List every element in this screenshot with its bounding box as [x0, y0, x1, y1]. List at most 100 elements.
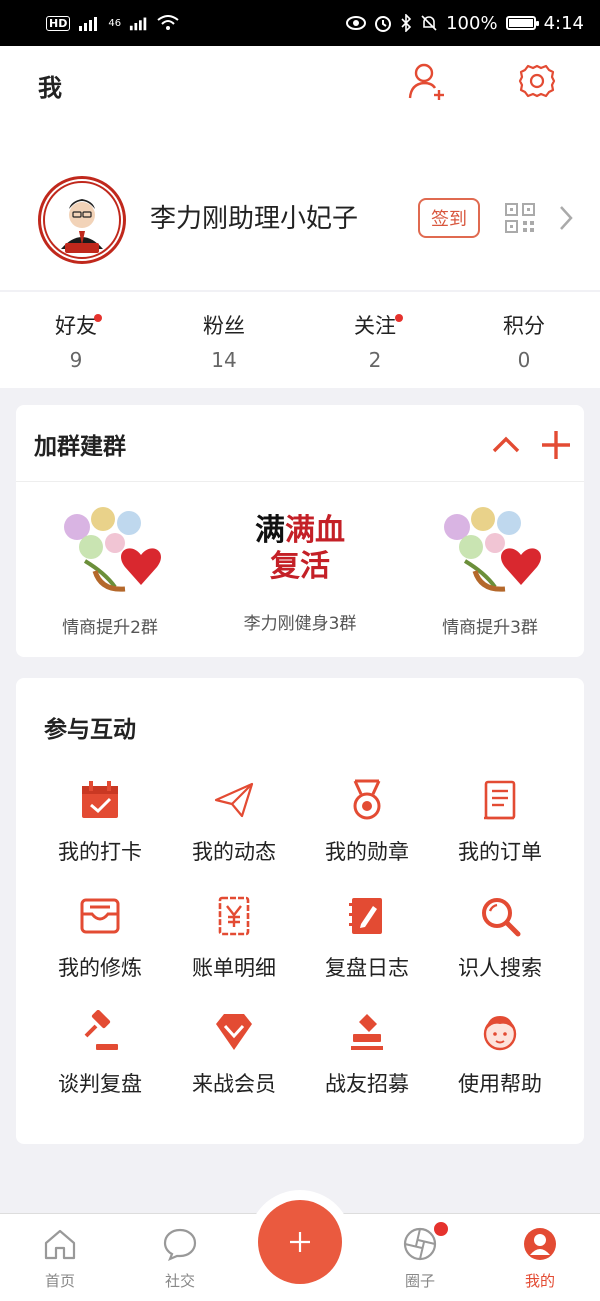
stat-value: 9	[69, 348, 83, 372]
flower-heart-image	[64, 507, 161, 592]
notification-dot	[94, 314, 102, 322]
alarm-icon	[375, 16, 392, 32]
status-bar: HD 46 100% 4:14	[0, 0, 600, 46]
grid-item-negotiation[interactable]: 谈判复盘	[33, 1010, 167, 1098]
chevron-up-icon[interactable]	[488, 427, 524, 463]
notebook-pen-icon	[349, 898, 382, 934]
grid-label: 复盘日志	[325, 956, 409, 980]
stat-label: 好友	[55, 314, 97, 338]
grid-item-bills[interactable]: 账单明细	[167, 894, 301, 982]
nav-mine[interactable]: 我的	[500, 1226, 580, 1291]
nav-label: 首页	[44, 1272, 75, 1290]
signal-icon	[129, 17, 147, 31]
bluetooth-icon	[401, 14, 412, 32]
receipt-icon	[484, 780, 516, 820]
stat-friends[interactable]: 好友 9	[16, 310, 136, 372]
hd-indicator: HD	[46, 15, 71, 31]
medal-icon	[353, 779, 381, 820]
user-icon	[524, 1228, 556, 1260]
network-type: 46	[108, 17, 122, 29]
notification-dot	[432, 1220, 450, 1238]
add-friend-icon[interactable]	[406, 60, 448, 102]
paper-plane-icon	[214, 782, 254, 818]
grid-label: 我的订单	[458, 840, 542, 864]
grid-item-medals[interactable]: 我的勋章	[300, 778, 434, 866]
stat-value: 14	[211, 348, 237, 372]
stat-label: 粉丝	[203, 314, 245, 338]
plus-icon[interactable]	[538, 427, 574, 463]
username: 李力刚助理小妃子	[150, 204, 359, 234]
grid-item-search[interactable]: 识人搜索	[433, 894, 567, 982]
group-name: 李力刚健身3群	[243, 614, 357, 634]
mute-bell-icon	[421, 15, 437, 31]
search-icon	[482, 898, 521, 937]
stat-value: 0	[517, 348, 531, 372]
nav-label: 我的	[524, 1272, 555, 1290]
qrcode-icon[interactable]	[504, 202, 536, 234]
clock: 4:14	[543, 12, 584, 34]
profile-row[interactable]: 李力刚助理小妃子 签到	[38, 176, 578, 264]
grid-item-checkin[interactable]: 我的打卡	[33, 778, 167, 866]
stat-points[interactable]: 积分 0	[464, 310, 584, 372]
chevron-right-icon[interactable]	[556, 204, 576, 232]
nav-home[interactable]: 首页	[20, 1226, 100, 1291]
stats-row: 好友 9 粉丝 14 关注 2 积分 0	[0, 292, 600, 388]
grid-label: 账单明细	[192, 956, 276, 980]
groups-title: 加群建群	[34, 434, 126, 460]
group-item[interactable]: 满满血复活 李力刚健身3群	[210, 501, 390, 634]
stat-fans[interactable]: 粉丝 14	[164, 310, 284, 372]
grid-item-posts[interactable]: 我的动态	[167, 778, 301, 866]
nav-social[interactable]: 社交	[140, 1226, 220, 1291]
grid-item-practice[interactable]: 我的修炼	[33, 894, 167, 982]
nav-label: 圈子	[404, 1272, 435, 1290]
grid-label: 识人搜索	[458, 956, 542, 980]
grid-item-membership[interactable]: 来战会员	[167, 1010, 301, 1098]
settings-gear-icon[interactable]	[516, 60, 558, 102]
signal-icon	[79, 17, 98, 31]
battery-icon	[505, 16, 539, 30]
group-name: 情商提升2群	[62, 618, 158, 638]
grid-label: 来战会员	[192, 1072, 276, 1096]
wifi-icon	[157, 15, 179, 30]
home-icon	[44, 1229, 76, 1260]
avatar[interactable]	[38, 176, 126, 264]
grid-label: 使用帮助	[458, 1072, 542, 1096]
divider	[16, 481, 584, 482]
checkin-button[interactable]: 签到	[418, 198, 480, 238]
group-item[interactable]: 情商提升3群	[400, 501, 580, 638]
grid-label: 我的打卡	[58, 840, 142, 864]
grid-label: 战友招募	[325, 1072, 409, 1096]
group-item[interactable]: 情商提升2群	[20, 501, 200, 638]
stat-label: 积分	[503, 314, 545, 338]
nav-label: 社交	[164, 1272, 195, 1290]
grid-item-orders[interactable]: 我的订单	[433, 778, 567, 866]
eye-icon	[346, 16, 367, 30]
battery-percent: 100%	[446, 12, 498, 34]
interact-card: 参与互动 我的打卡 我的动态 我的勋章 我的订单 我的修炼 账单明细 复盘日志 …	[16, 678, 584, 1144]
stat-following[interactable]: 关注 2	[315, 310, 435, 372]
plus-icon	[290, 1232, 310, 1252]
stamp-icon	[351, 1014, 383, 1050]
inbox-icon	[80, 898, 120, 934]
stat-value: 2	[368, 348, 382, 372]
page-title: 我	[38, 74, 62, 102]
grid-label: 我的动态	[192, 840, 276, 864]
group-name: 情商提升3群	[442, 618, 538, 638]
person-help-icon	[483, 1016, 517, 1051]
chat-icon	[163, 1228, 197, 1262]
grid-label: 我的修炼	[58, 956, 142, 980]
notification-dot	[395, 314, 403, 322]
create-button[interactable]	[258, 1200, 342, 1284]
grid-item-help[interactable]: 使用帮助	[433, 1010, 567, 1098]
stat-label: 关注	[354, 314, 396, 338]
grid-label: 我的勋章	[325, 840, 409, 864]
grid-item-review-log[interactable]: 复盘日志	[300, 894, 434, 982]
bill-yen-icon	[218, 896, 250, 936]
diamond-icon	[216, 1014, 252, 1050]
gavel-icon	[84, 1010, 118, 1050]
nav-circle[interactable]: 圈子	[380, 1226, 460, 1291]
profile-header: 我 李力刚助理小妃子 签到	[0, 46, 600, 290]
grid-label: 谈判复盘	[58, 1072, 142, 1096]
groups-card: 加群建群 情商提升2群 满满血复活 李力刚健身3群 情商提升3群	[16, 405, 584, 657]
grid-item-recruit[interactable]: 战友招募	[300, 1010, 434, 1098]
